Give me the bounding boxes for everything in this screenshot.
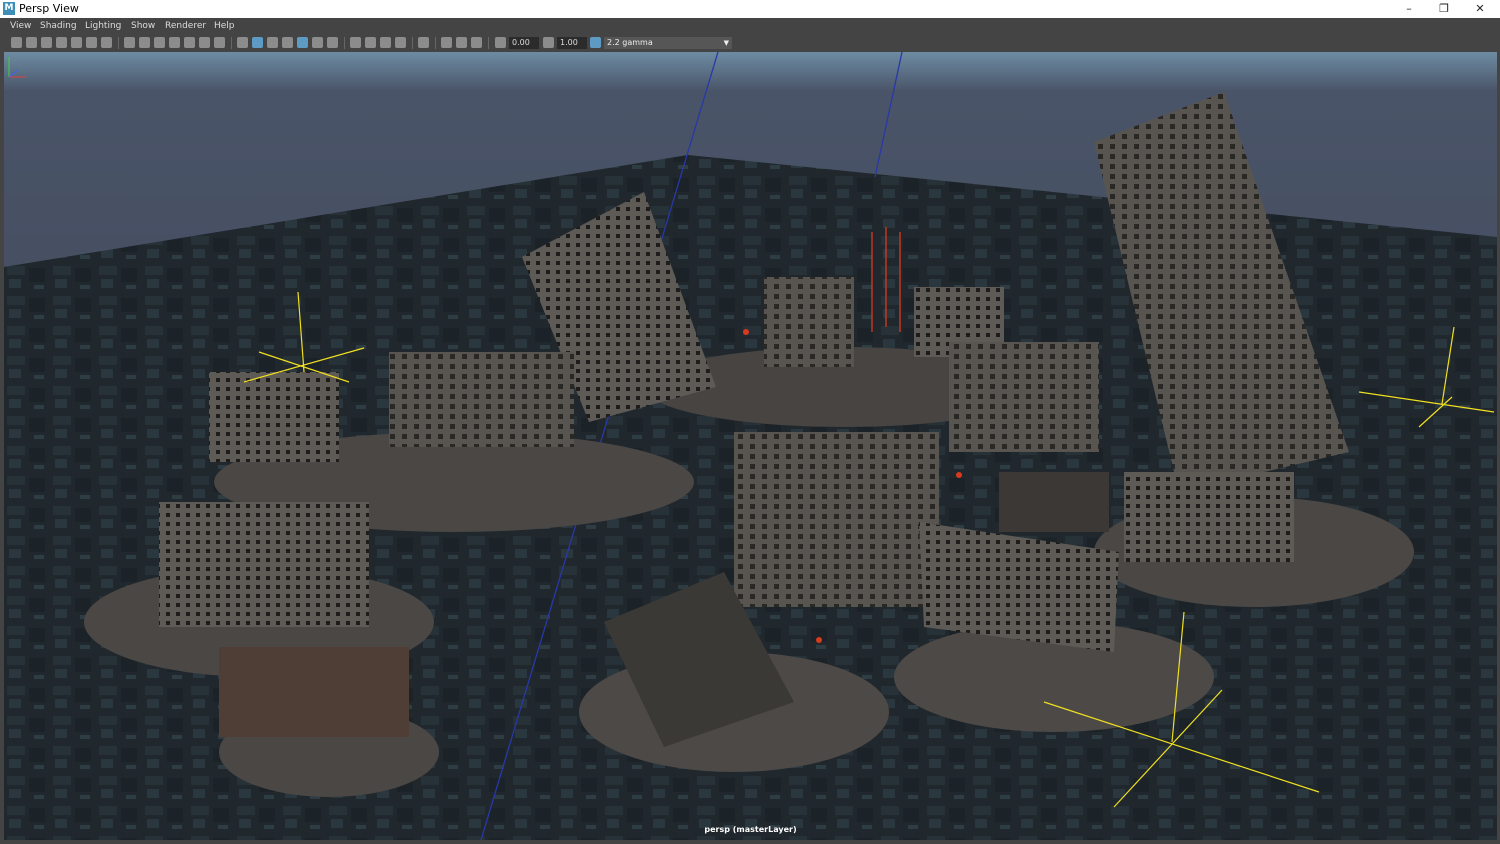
- grid-icon[interactable]: [124, 37, 135, 48]
- panel-toolbar: 0.00 1.00 2.2 gamma ▼: [0, 35, 1500, 51]
- resolution-gate-icon[interactable]: [154, 37, 165, 48]
- grease-pencil-icon[interactable]: [86, 37, 97, 48]
- view-transform-dropdown[interactable]: 2.2 gamma ▼: [604, 37, 732, 49]
- menu-show[interactable]: Show: [131, 21, 155, 31]
- menu-lighting[interactable]: Lighting: [85, 21, 121, 31]
- ruined-building: [219, 647, 409, 737]
- toolbar-separator: [412, 37, 413, 49]
- select-camera-icon[interactable]: [11, 37, 22, 48]
- red-marker: [956, 472, 962, 478]
- gamma-icon[interactable]: [543, 37, 554, 48]
- color-management-icon[interactable]: [590, 37, 601, 48]
- textured-icon[interactable]: [297, 37, 308, 48]
- perspective-viewport[interactable]: persp (masterLayer): [4, 52, 1497, 840]
- ruined-building: [209, 372, 339, 462]
- camera-label: persp (masterLayer): [704, 825, 797, 834]
- ruined-building: [159, 502, 369, 627]
- shadows-icon[interactable]: [327, 37, 338, 48]
- view-transform-value: 2.2 gamma: [607, 38, 653, 47]
- image-plane-icon[interactable]: [56, 37, 67, 48]
- chevron-down-icon: ▼: [723, 39, 729, 47]
- xray-icon[interactable]: [282, 37, 293, 48]
- red-marker: [816, 637, 822, 643]
- panel-menu-bar: View Shading Lighting Show Renderer Help: [0, 18, 1500, 36]
- exposure-field[interactable]: 0.00: [509, 37, 539, 49]
- title-bar: M Persp View – ❐ ✕: [0, 0, 1500, 18]
- camera-attributes-icon[interactable]: [26, 37, 37, 48]
- ruined-building: [764, 277, 854, 367]
- use-all-lights-icon[interactable]: [312, 37, 323, 48]
- exposure-icon[interactable]: [495, 37, 506, 48]
- red-marker: [743, 329, 749, 335]
- anti-aliasing-icon[interactable]: [380, 37, 391, 48]
- toolbar-separator: [231, 37, 232, 49]
- xray-active-icon[interactable]: [456, 37, 467, 48]
- safe-action-icon[interactable]: [199, 37, 210, 48]
- wireframe-on-shaded-icon[interactable]: [267, 37, 278, 48]
- menu-shading[interactable]: Shading: [40, 21, 77, 31]
- axis-indicator: [8, 57, 26, 78]
- window-title: Persp View: [19, 2, 79, 15]
- menu-renderer[interactable]: Renderer: [165, 21, 206, 31]
- isolate-select-icon[interactable]: [418, 37, 429, 48]
- toolbar-separator: [488, 37, 489, 49]
- menu-help[interactable]: Help: [214, 21, 235, 31]
- xray-joints-icon[interactable]: [441, 37, 452, 48]
- maximize-button[interactable]: ❐: [1427, 0, 1461, 18]
- toolbar-separator: [435, 37, 436, 49]
- ambient-occlusion-icon[interactable]: [350, 37, 361, 48]
- ruined-building: [999, 472, 1109, 532]
- film-gate-icon[interactable]: [139, 37, 150, 48]
- smooth-shade-icon[interactable]: [252, 37, 263, 48]
- ruined-building: [949, 342, 1099, 452]
- minimize-button[interactable]: –: [1392, 0, 1426, 18]
- gamma-field[interactable]: 1.00: [557, 37, 587, 49]
- office-building: [734, 432, 939, 607]
- scene-render: [4, 52, 1497, 840]
- toolbar-separator: [118, 37, 119, 49]
- motion-blur-icon[interactable]: [365, 37, 376, 48]
- wireframe-icon[interactable]: [237, 37, 248, 48]
- maya-window: M Persp View – ❐ ✕ View Shading Lighting…: [0, 0, 1500, 844]
- ruined-building: [1124, 472, 1294, 562]
- pencil-icon[interactable]: [101, 37, 112, 48]
- menu-view[interactable]: View: [10, 21, 31, 31]
- bookmarks-icon[interactable]: [41, 37, 52, 48]
- two-d-pan-zoom-icon[interactable]: [71, 37, 82, 48]
- gate-mask-icon[interactable]: [169, 37, 180, 48]
- backface-culling-icon[interactable]: [471, 37, 482, 48]
- safe-title-icon[interactable]: [214, 37, 225, 48]
- maya-app-icon: M: [3, 2, 15, 15]
- close-button[interactable]: ✕: [1463, 0, 1497, 18]
- toolbar-separator: [344, 37, 345, 49]
- ruined-building: [389, 352, 574, 447]
- depth-of-field-icon[interactable]: [395, 37, 406, 48]
- field-chart-icon[interactable]: [184, 37, 195, 48]
